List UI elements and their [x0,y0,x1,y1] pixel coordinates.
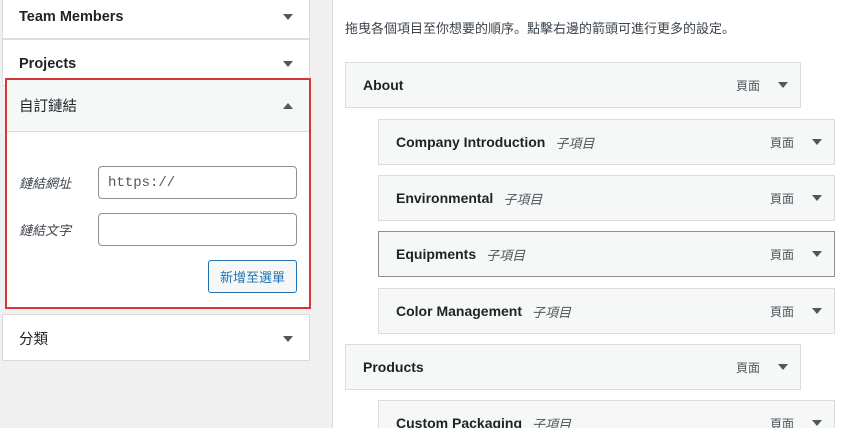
accordion-categories-label: 分類 [19,332,48,348]
menu-item-type: 頁面 [735,78,760,93]
menu-item-environmental[interactable]: Environmental 子項目 頁面 [378,175,835,221]
menu-item-subitem-label: 子項目 [532,416,572,428]
menu-item-products[interactable]: Products 頁面 [345,344,801,390]
chevron-up-icon[interactable] [283,102,293,109]
menu-item-title: Color Management [396,303,523,319]
chevron-down-icon[interactable] [283,335,293,342]
menu-structure-panel: 拖曳各個項目至你想要的順序。點擊右邊的箭頭可進行更多的設定。 About 頁面 … [332,0,868,428]
menu-item-company-introduction[interactable]: Company Introduction 子項目 頁面 [378,119,835,165]
chevron-down-icon[interactable] [812,308,822,314]
menu-item-about[interactable]: About 頁面 [345,62,801,108]
menu-item-custom-packaging[interactable]: Custom Packaging 子項目 頁面 [378,400,835,428]
menu-item-title: Equipments [396,246,477,262]
menu-item-type: 頁面 [735,360,760,375]
chevron-down-icon[interactable] [812,251,822,257]
chevron-down-icon[interactable] [778,364,788,370]
accordion-categories[interactable]: 分類 [2,314,310,361]
chevron-down-icon[interactable] [812,139,822,145]
menu-item-subitem-label: 子項目 [555,135,595,151]
menu-item-title: Products [363,359,424,375]
menu-item-type: 頁面 [769,416,794,428]
link-text-field-label: 鏈結文字 [19,223,72,238]
add-to-menu-button[interactable]: 新增至選單 [207,260,297,293]
menu-item-title: Environmental [396,190,494,206]
chevron-down-icon[interactable] [283,13,293,20]
chevron-down-icon[interactable] [283,60,293,67]
menu-item-color-management[interactable]: Color Management 子項目 頁面 [378,288,835,334]
menu-item-title: About [363,77,404,93]
menu-item-subitem-label: 子項目 [532,304,572,320]
link-text-input[interactable] [98,213,297,246]
accordion-custom-links-header[interactable]: 自訂鏈結 [7,80,309,132]
url-field-row: 鏈結網址 [19,166,297,199]
accordion-custom-links: 自訂鏈結 鏈結網址 鏈結文字 新增至選單 [5,78,311,309]
accordion-custom-links-label: 自訂鏈結 [19,99,77,115]
chevron-down-icon[interactable] [812,420,822,426]
menu-item-type: 頁面 [769,135,794,150]
accordion-team-members-label: Team Members [19,8,124,25]
accordion-projects-label: Projects [19,55,77,72]
menu-items-sidebar: Team Members Projects 自訂鏈結 鏈結網址 鏈結文字 新增至… [2,0,311,428]
menu-item-title: Custom Packaging [396,415,523,428]
accordion-team-members-header[interactable]: Team Members [3,0,309,40]
url-field-label: 鏈結網址 [19,176,72,191]
menu-item-subitem-label: 子項目 [486,247,526,263]
menu-item-type: 頁面 [769,304,794,319]
menu-item-title: Company Introduction [396,134,546,150]
menu-item-equipments[interactable]: Equipments 子項目 頁面 [378,231,835,277]
menu-item-type: 頁面 [769,191,794,206]
menu-item-subitem-label: 子項目 [503,191,543,207]
accordion-team-members[interactable]: Team Members [2,0,310,39]
menu-instructions: 拖曳各個項目至你想要的順序。點擊右邊的箭頭可進行更多的設定。 [345,21,736,36]
chevron-down-icon[interactable] [778,82,788,88]
link-text-field-row: 鏈結文字 [19,213,297,246]
url-input[interactable] [98,166,297,199]
accordion-categories-header[interactable]: 分類 [3,315,309,362]
menu-item-type: 頁面 [769,247,794,262]
chevron-down-icon[interactable] [812,195,822,201]
